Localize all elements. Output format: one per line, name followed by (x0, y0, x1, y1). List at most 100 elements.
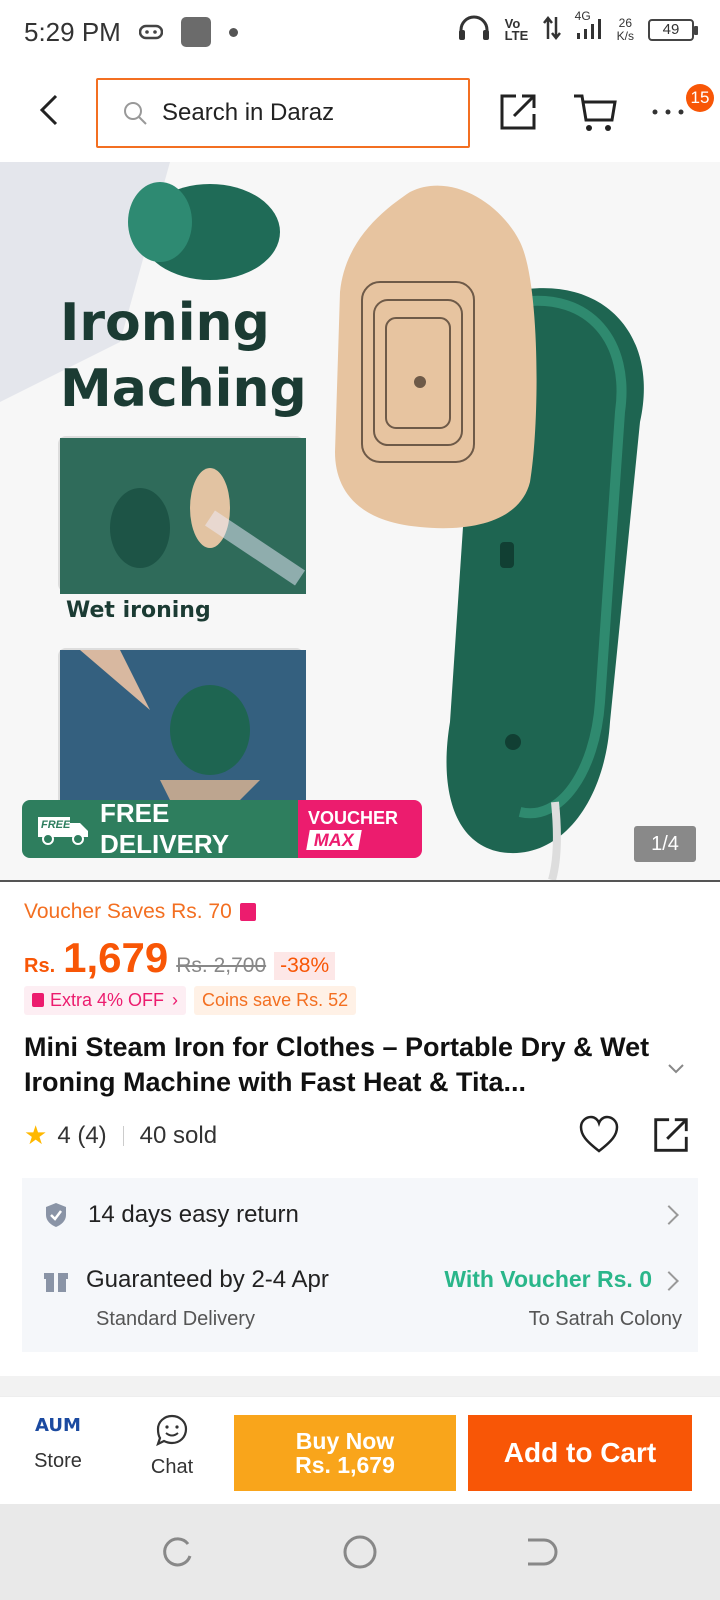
delivery-row[interactable]: Guaranteed by 2-4 Apr Standard Delivery … (22, 1252, 698, 1352)
price-row: Rs. 1,679 Rs. 2,700 -38% (24, 934, 336, 982)
promo-chips: Extra 4% OFF › Coins save Rs. 52 (24, 986, 357, 1015)
chevron-right-icon (659, 1271, 679, 1291)
chevron-down-icon (668, 1064, 684, 1074)
delivery-voucher: With Voucher Rs. 0 (444, 1266, 652, 1292)
expand-title-button[interactable] (664, 1056, 688, 1080)
store-label: Store (34, 1450, 82, 1472)
add-to-cart-button[interactable]: Add to Cart (468, 1415, 692, 1491)
bottom-action-bar: AUM Store Chat Buy Now Rs. 1,679 Add to … (0, 1396, 720, 1504)
app-notification-icon (180, 17, 211, 47)
net-speed-value: 26 (618, 15, 632, 30)
service-panel: 14 days easy return Guaranteed by 2-4 Ap… (22, 1178, 698, 1352)
back-arrow-icon (39, 94, 58, 126)
wishlist-button[interactable] (578, 1114, 620, 1156)
original-price: Rs. 2,700 (176, 954, 267, 977)
back-nav-icon (528, 1538, 558, 1566)
extra-off-text: Extra 4% OFF (50, 990, 165, 1010)
star-icon: ★ (24, 1120, 48, 1150)
system-navigation-bar (0, 1504, 720, 1600)
ironing-shirt-photo (58, 648, 306, 810)
recent-apps-button[interactable] (160, 1534, 196, 1570)
buy-now-price: Rs. 1,679 (295, 1452, 395, 1478)
gamepad-icon (138, 17, 164, 48)
search-icon (124, 102, 147, 125)
coins-save-chip: Coins save Rs. 52 (194, 986, 357, 1015)
shield-check-icon (46, 1203, 66, 1227)
return-policy-row[interactable]: 14 days easy return (22, 1178, 698, 1252)
signal-icon: 4G (575, 9, 603, 44)
voucher-icon (239, 903, 256, 921)
network-type: 4G (574, 9, 591, 23)
home-circle-icon (343, 1535, 377, 1569)
sold-count: 40 sold (139, 1121, 218, 1149)
share-product-button[interactable] (650, 1114, 692, 1156)
delivery-type: Standard Delivery (96, 1308, 255, 1330)
back-nav-button[interactable] (522, 1534, 558, 1570)
extra-off-chip[interactable]: Extra 4% OFF › (24, 986, 187, 1015)
search-placeholder: Search in Daraz (162, 99, 335, 126)
buy-now-button[interactable]: Buy Now Rs. 1,679 (234, 1415, 456, 1491)
delivery-location: To Satrah Colony (528, 1308, 682, 1330)
voucher-savings-text: Voucher Saves Rs. 70 (24, 900, 232, 923)
status-bar: 5:29 PM Vo LTE 4G 26 K/s 49 (0, 0, 720, 64)
chat-button[interactable]: Chat (140, 1413, 204, 1493)
voucher-savings[interactable]: Voucher Saves Rs. 70 (24, 900, 256, 924)
net-speed: 26 K/s (616, 15, 634, 43)
extra-off-voucher-icon (32, 993, 44, 1007)
return-policy-text: 14 days easy return (88, 1201, 299, 1228)
rating-row[interactable]: ★ 4 (4) 40 sold (24, 1120, 217, 1151)
back-button[interactable] (30, 90, 70, 130)
voucher-text: VOUCHER (308, 808, 399, 828)
net-speed-unit: K/s (616, 28, 634, 43)
status-time: 5:29 PM (24, 16, 121, 47)
notification-dot-icon (228, 27, 238, 37)
current-price: 1,679 (63, 934, 169, 981)
cart-count-badge: 15 (686, 84, 714, 112)
chat-icon (156, 1414, 188, 1447)
chevron-right-icon (659, 1205, 679, 1225)
store-logo-icon: AUM (35, 1415, 81, 1436)
wet-ironing-photo (58, 436, 306, 594)
free-delivery-voucher-banner: FREE FREE DELIVERY VOUCHER MAX (22, 800, 422, 858)
separator (122, 1125, 124, 1146)
recent-apps-icon (163, 1537, 192, 1567)
section-gap (0, 1376, 720, 1396)
buy-now-label: Buy Now (295, 1428, 395, 1454)
headphones-icon (457, 14, 491, 45)
chat-label: Chat (150, 1456, 194, 1478)
battery-indicator: 49 (648, 18, 698, 41)
product-title: Mini Steam Iron for Clothes – Portable D… (24, 1032, 650, 1097)
delivery-guarantee: Guaranteed by 2-4 Apr (86, 1266, 329, 1293)
delivery-truck-icon: FREE (36, 811, 90, 847)
free-delivery-label: FREE FREE DELIVERY (22, 800, 298, 858)
home-button[interactable] (342, 1534, 378, 1570)
discount-badge: -38% (274, 952, 336, 980)
heart-icon (579, 1115, 619, 1153)
product-image-gallery[interactable]: Ironing Maching Wet ironing FREE FREE DE… (0, 162, 720, 880)
rating-value: 4 (4) (57, 1121, 107, 1149)
package-icon (44, 1273, 68, 1292)
voucher-max-label: VOUCHER MAX (298, 800, 422, 858)
data-arrows-icon (542, 15, 561, 44)
more-options-button[interactable] (650, 98, 690, 128)
free-delivery-text: FREE DELIVERY (100, 800, 230, 858)
free-tag: FREE (41, 819, 71, 831)
store-button[interactable]: AUM Store (26, 1415, 90, 1495)
volte-indicator: Vo LTE (504, 15, 529, 43)
divider (0, 880, 720, 882)
image-headline: Ironing Maching (60, 290, 307, 422)
share-button[interactable] (496, 90, 540, 134)
search-input[interactable]: Search in Daraz (96, 78, 470, 148)
share-icon (654, 1118, 688, 1152)
image-pager: 1/4 (634, 826, 696, 862)
more-dots-icon (652, 109, 684, 115)
top-navigation: Search in Daraz 15 (0, 70, 720, 156)
image-headline-line1: Ironing (60, 293, 270, 353)
currency-label: Rs. (24, 955, 56, 977)
wet-ironing-caption: Wet ironing (66, 598, 211, 623)
chevron-right-icon: › (172, 990, 179, 1010)
voucher-max-text: MAX (306, 830, 362, 850)
cart-icon (574, 94, 617, 131)
share-icon (500, 94, 536, 130)
cart-button[interactable] (572, 90, 618, 134)
